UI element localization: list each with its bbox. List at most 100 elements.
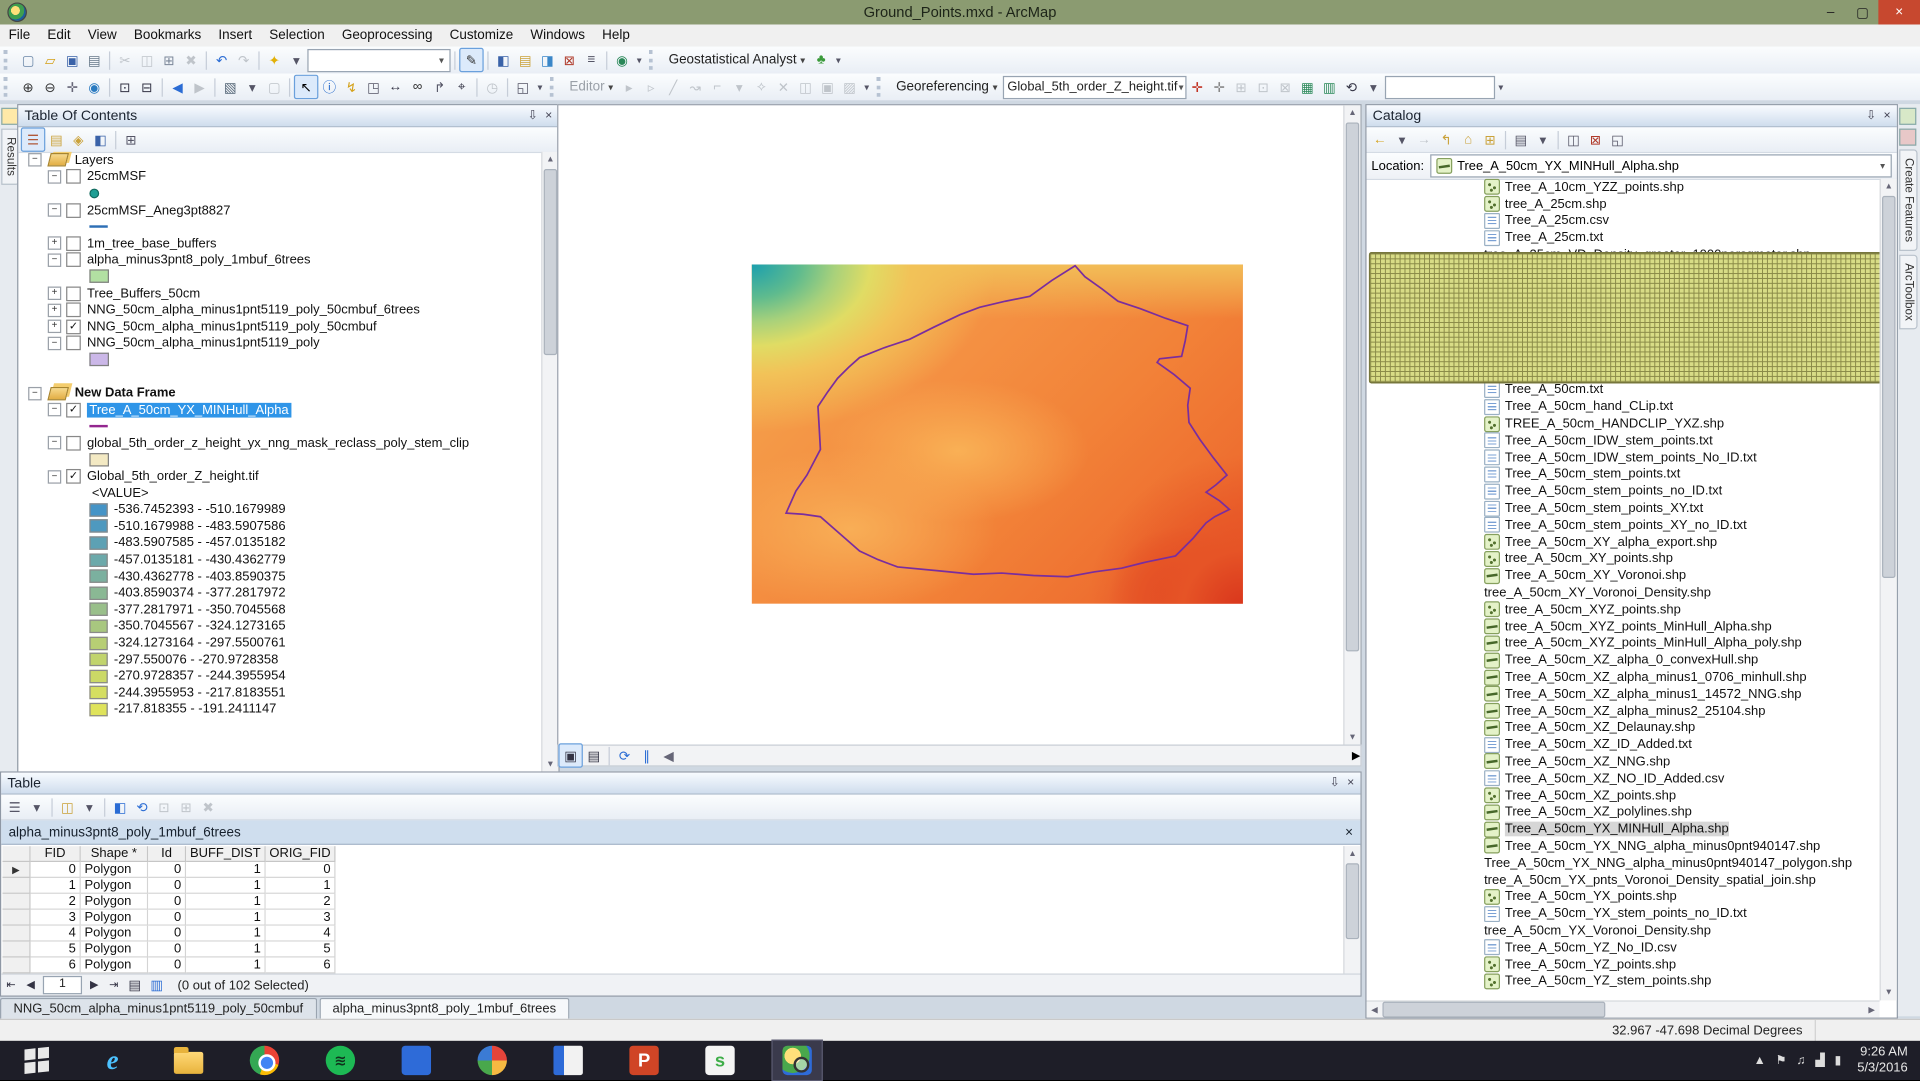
table-scrollbar[interactable]: ▲ [1343, 846, 1360, 975]
table-row[interactable]: ▶0Polygon010 [2, 862, 737, 878]
catalog-file-row[interactable]: Tree_A_50cm_hand_CLip.txt [1368, 398, 1880, 415]
hyperlink-icon[interactable]: ↯ [340, 76, 362, 98]
table-row[interactable]: 4Polygon014 [2, 926, 737, 942]
scroll-down-icon[interactable]: ▼ [542, 757, 558, 773]
combo-dropdown-icon[interactable]: ▾ [433, 54, 449, 65]
rotation-input[interactable] [1384, 75, 1494, 98]
layer-visibility-checkbox[interactable]: ✓ [66, 469, 81, 484]
file-name[interactable]: Tree_A_50cm_YX_NNG_alpha_minus0pnt940147… [1505, 839, 1820, 854]
internet-explorer-icon[interactable]: e [88, 1041, 137, 1080]
new-document-icon[interactable]: ▢ [17, 49, 39, 71]
previous-record-icon[interactable]: ◀ [21, 978, 41, 991]
table-cell[interactable]: 0 [148, 942, 186, 958]
table-cell[interactable]: 1 [186, 958, 266, 974]
rotate-icon[interactable]: ⟲ [1340, 76, 1362, 98]
georeferencing-layer-combo[interactable]: Global_5th_order_Z_height.tif▾ [1002, 75, 1186, 98]
list-by-visibility-icon[interactable]: ◈ [67, 129, 89, 151]
layer-name[interactable]: Tree_A_50cm_YX_MINHull_Alpha [87, 402, 291, 417]
catalog-file-row[interactable]: Tree_A_50cm_XZ_polylines.shp [1368, 804, 1880, 821]
view-link-table-icon[interactable]: ▦ [1296, 76, 1318, 98]
layer-symbol-row[interactable] [18, 268, 542, 285]
connect-folder-icon[interactable]: ⊞ [1479, 129, 1501, 151]
row-selector[interactable]: ▶ [2, 862, 30, 878]
layer-visibility-checkbox[interactable] [66, 303, 81, 318]
file-name[interactable]: Tree_A_50cm_XZ_alpha_minus1_0706_minhull… [1505, 670, 1807, 685]
column-header[interactable]: BUFF_DIST [186, 846, 266, 862]
file-name[interactable]: Tree_A_50cm_stem_points_no_ID.txt [1505, 484, 1722, 499]
toc-layer-row[interactable]: −25cmMSF_Aneg3pt8827 [18, 202, 542, 219]
layer-symbol[interactable] [89, 453, 109, 466]
python-window-icon[interactable]: ≡ [580, 49, 602, 71]
file-name[interactable]: Tree_A_50cm_stem_points_XY.txt [1505, 501, 1703, 516]
battery-icon[interactable]: ▮ [1835, 1054, 1842, 1067]
pause-drawing-icon[interactable]: ∥ [636, 744, 658, 766]
layer-visibility-checkbox[interactable] [66, 169, 81, 184]
expand-collapse-icon[interactable]: + [48, 320, 61, 333]
menu-customize[interactable]: Customize [441, 28, 522, 43]
window-icon[interactable]: ◱ [1607, 129, 1629, 151]
editor-dropdown-icon[interactable]: ▾ [608, 81, 618, 92]
save-icon[interactable]: ▣ [61, 49, 83, 71]
toc-layer-row[interactable]: −Layers [18, 152, 542, 169]
select-dropdown-icon[interactable]: ▾ [241, 76, 263, 98]
toc-scrollbar[interactable]: ▲ ▼ [541, 152, 558, 773]
image-analysis-icon[interactable] [1899, 108, 1916, 125]
row-selector[interactable] [2, 926, 30, 942]
catalog-file-row[interactable]: tree_A_25cm.shp [1368, 196, 1880, 213]
menu-view[interactable]: View [79, 28, 125, 43]
layer-symbol-row[interactable] [18, 451, 542, 468]
file-name[interactable]: Tree_A_50cm_IDW_stem_points.txt [1505, 433, 1713, 448]
powerpoint-icon[interactable]: P [620, 1041, 669, 1080]
row-selector[interactable] [2, 894, 30, 910]
file-name[interactable]: Tree_A_50cm_YZ_stem_points.shp [1505, 974, 1711, 989]
scroll-up-icon[interactable]: ▲ [1881, 179, 1897, 195]
back-dropdown-icon[interactable]: ▾ [1391, 129, 1413, 151]
table-cell[interactable]: 0 [148, 894, 186, 910]
catalog-file-row[interactable]: Tree_A_50cm_YX_MINHull_Alpha.shp [1368, 821, 1880, 838]
network-icon[interactable]: ▟ [1815, 1054, 1824, 1067]
toolbar-grip[interactable] [876, 77, 886, 97]
list-by-source-icon[interactable]: ▤ [45, 129, 67, 151]
related-tables-dropdown-icon[interactable]: ▾ [78, 796, 100, 818]
layer-name[interactable]: NNG_50cm_alpha_minus1pnt5119_poly_50cmbu… [87, 303, 420, 318]
table-cell[interactable]: 2 [31, 894, 81, 910]
table-cell[interactable]: 2 [266, 894, 336, 910]
rotate-dropdown-icon[interactable]: ▾ [1362, 76, 1384, 98]
find-icon[interactable]: ∞ [407, 76, 429, 98]
table-cell[interactable]: 5 [31, 942, 81, 958]
find-route-icon[interactable]: ↱ [429, 76, 451, 98]
layer-symbol-row[interactable] [18, 418, 542, 435]
toolbar-overflow-icon[interactable]: ▾ [1495, 81, 1507, 92]
table-row[interactable]: 5Polygon015 [2, 942, 737, 958]
list-by-drawing-order-icon[interactable]: ☰ [21, 127, 45, 151]
file-name[interactable]: Tree_A_50cm_YX_NNG_alpha_minus0pnt940147… [1484, 856, 1852, 871]
pan-icon[interactable]: ✛ [61, 76, 83, 98]
apps-grid-icon[interactable] [392, 1041, 441, 1080]
combo-dropdown-icon[interactable]: ▾ [1177, 81, 1184, 92]
toolbar-overflow-icon[interactable]: ▾ [861, 81, 873, 92]
catalog-file-row[interactable]: tree_A_50cm_XY_points.shp [1368, 550, 1880, 567]
table-cell[interactable]: Polygon [81, 878, 148, 894]
expand-collapse-icon[interactable]: − [28, 153, 41, 166]
taskbar-clock[interactable]: 9:26 AM 5/3/2016 [1857, 1044, 1908, 1076]
file-name[interactable]: TREE_A_50cm_HANDCLIP_YXZ.shp [1505, 416, 1724, 431]
sketch-pencil-icon[interactable]: ✎ [459, 48, 483, 72]
volume-icon[interactable]: ♫ [1796, 1054, 1805, 1067]
catalog-file-row[interactable]: Tree_A_50cm_XZ_NO_ID_Added.csv [1368, 770, 1880, 787]
pinwheel-app-icon[interactable] [468, 1041, 517, 1080]
scroll-up-icon[interactable]: ▲ [542, 152, 558, 168]
catalog-file-row[interactable]: Tree_A_25cm.txt [1368, 229, 1880, 246]
column-header[interactable]: Id [148, 846, 186, 862]
geostatistical-wizard-icon[interactable]: ♣ [810, 49, 832, 71]
add-data-dropdown-icon[interactable]: ▾ [285, 49, 307, 71]
table-cell[interactable]: Polygon [81, 926, 148, 942]
catalog-file-row[interactable]: Tree_A_10cm_YZZ_points.shp [1368, 179, 1880, 196]
expand-collapse-icon[interactable]: − [48, 337, 61, 350]
viewer-window-icon[interactable]: ◱ [512, 76, 534, 98]
go-to-xy-icon[interactable]: ⌖ [451, 76, 473, 98]
layer-name[interactable]: Tree_Buffers_50cm [87, 286, 200, 301]
menu-geoprocessing[interactable]: Geoprocessing [333, 28, 441, 43]
attribute-table-tab[interactable]: NNG_50cm_alpha_minus1pnt5119_poly_50cmbu… [0, 998, 317, 1019]
table-cell[interactable]: 0 [148, 862, 186, 878]
add-data-icon[interactable]: ✦ [263, 49, 285, 71]
